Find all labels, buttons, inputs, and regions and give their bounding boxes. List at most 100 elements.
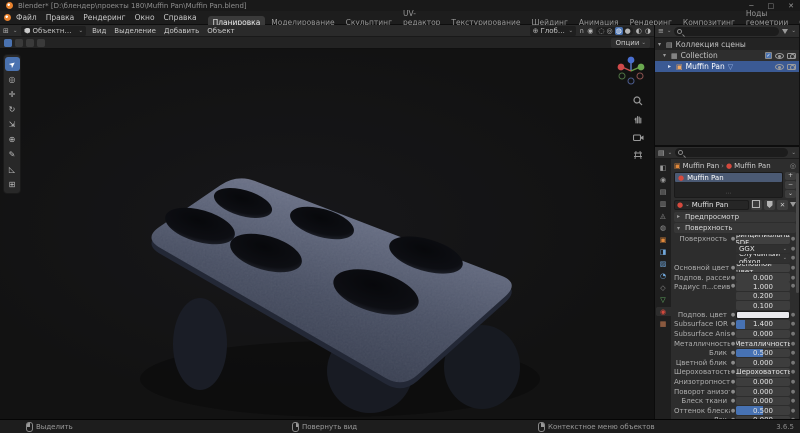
remove-slot-button[interactable]: − — [785, 181, 796, 189]
material-name-field[interactable]: ● ⌄ Muffin Pan — [674, 200, 749, 210]
expander-icon[interactable]: ▾ — [663, 52, 668, 59]
tab-output[interactable]: ▤ — [656, 187, 671, 196]
add-slot-button[interactable]: + — [785, 172, 796, 180]
breadcrumb-object[interactable]: Muffin Pan — [683, 162, 720, 170]
tool-option-icon[interactable] — [26, 39, 34, 47]
outliner-row-collection[interactable]: ▾ ▦ Collection ✓ — [655, 50, 799, 61]
expander-icon[interactable]: ▸ — [668, 63, 673, 70]
animate-dot-icon[interactable]: ● — [790, 341, 796, 347]
distribution-dropdown[interactable]: GGX⌄ — [736, 245, 790, 254]
slot-specials-menu[interactable]: ⌄ — [785, 190, 796, 198]
viewport-menu-select[interactable]: Выделение — [112, 27, 158, 35]
outliner-row-scene-collection[interactable]: ▾ ▤ Коллекция сцены — [655, 39, 799, 50]
anisotropic-slider[interactable]: 0.000 — [736, 378, 790, 387]
tool-select-box[interactable]: ➤ — [5, 57, 20, 71]
animate-dot-icon[interactable]: ● — [790, 312, 796, 318]
filter-icon[interactable] — [782, 29, 788, 34]
expander-icon[interactable]: ▾ — [658, 41, 663, 48]
metallic-link-button[interactable]: Металличность — [736, 339, 790, 348]
base-color-link-button[interactable]: Основной цвет — [736, 264, 790, 273]
tab-constraints[interactable]: ◇ — [656, 283, 671, 292]
tab-particles[interactable]: ▨ — [656, 259, 671, 268]
hide-eye-icon[interactable] — [775, 53, 784, 59]
breadcrumb-material[interactable]: Muffin Pan — [734, 162, 771, 170]
shading-rendered-icon[interactable]: ● — [625, 27, 631, 35]
hide-eye-icon[interactable] — [775, 64, 784, 70]
copy-material-button[interactable] — [751, 200, 762, 210]
tool-move[interactable]: ✛ — [5, 87, 20, 101]
pan-hand-icon[interactable] — [632, 113, 644, 125]
viewport-menu-add[interactable]: Добавить — [162, 27, 201, 35]
animate-dot-icon[interactable]: ● — [790, 360, 796, 366]
animate-dot-icon[interactable]: ● — [790, 350, 796, 356]
pin-icon[interactable]: ◎ — [790, 162, 796, 170]
app-menu-icon[interactable] — [4, 14, 11, 21]
subsurface-method-dropdown[interactable]: Случайный обход⌄ — [736, 254, 790, 263]
tool-cursor[interactable]: ◎ — [5, 72, 20, 86]
sheen-slider[interactable]: 0.000 — [736, 397, 790, 406]
radius-z-field[interactable]: 0.100 — [736, 301, 790, 310]
menu-window[interactable]: Окно — [131, 12, 159, 23]
material-slot-list[interactable]: ● Muffin Pan ⋯ — [674, 172, 783, 198]
unlink-button[interactable]: ✕ — [777, 200, 788, 210]
tab-modifiers[interactable]: ◨ — [656, 247, 671, 256]
tool-measure[interactable]: ◺ — [5, 162, 20, 176]
overlays-icon[interactable]: ◐ — [636, 27, 642, 35]
disable-render-icon[interactable] — [787, 64, 796, 70]
options-dropdown[interactable]: Опции ⌄ — [611, 38, 650, 48]
tab-object-data[interactable]: ▽ — [656, 295, 671, 304]
tool-transform[interactable]: ⊕ — [5, 132, 20, 146]
animate-dot-icon[interactable]: ● — [790, 398, 796, 404]
sheen-tint-slider[interactable]: 0.500 — [736, 406, 790, 415]
viewport-canvas[interactable]: ➤ ◎ ✛ ↻ ⇲ ⊕ ✎ ◺ ⊞ — [0, 49, 654, 419]
animate-dot-icon[interactable]: ● — [790, 321, 796, 327]
muffin-pan-model[interactable] — [0, 49, 655, 419]
radius-x-field[interactable]: 1.000 — [736, 282, 790, 291]
xray-icon[interactable]: ◑ — [645, 27, 651, 35]
radius-y-field[interactable]: 0.200 — [736, 292, 790, 301]
animate-dot-icon[interactable]: ● — [790, 389, 796, 395]
menu-help[interactable]: Справка — [160, 12, 201, 23]
animate-dot-icon[interactable]: ● — [790, 379, 796, 385]
camera-view-icon[interactable] — [632, 131, 644, 143]
tab-material[interactable]: ◉ — [656, 307, 671, 316]
shading-wireframe-icon[interactable]: ◌ — [598, 27, 604, 35]
specular-slider[interactable]: 0.500 — [736, 349, 790, 358]
section-preview[interactable]: ▸ Предпросмотр — [674, 212, 796, 222]
anisotropic-rotation-slider[interactable]: 0.000 — [736, 387, 790, 396]
tab-object[interactable]: ▣ — [656, 235, 671, 244]
menu-render[interactable]: Рендеринг — [79, 12, 129, 23]
perspective-toggle-icon[interactable] — [632, 149, 644, 161]
zoom-icon[interactable] — [632, 95, 644, 107]
tab-texture[interactable]: ▦ — [656, 319, 671, 328]
navigation-gizmo[interactable] — [615, 54, 647, 86]
proportional-edit-icon[interactable]: ◉ — [587, 27, 593, 35]
viewport-menu-object[interactable]: Объект — [205, 27, 236, 35]
tool-option-icon[interactable] — [15, 39, 23, 47]
animate-dot-icon[interactable]: ● — [790, 408, 796, 414]
tab-render[interactable]: ◉ — [656, 175, 671, 184]
subsurface-slider[interactable]: 0.000 — [736, 273, 790, 282]
editor-type-icon[interactable]: ⊞ — [3, 27, 9, 35]
shading-material-icon[interactable]: ◍ — [615, 27, 623, 35]
menu-edit[interactable]: Правка — [42, 12, 79, 23]
disable-render-icon[interactable] — [787, 53, 796, 59]
animate-dot-icon[interactable]: ● — [790, 369, 796, 375]
fake-user-button[interactable] — [764, 200, 775, 210]
editor-type-icon[interactable]: ≡ — [658, 27, 664, 35]
tool-annotate[interactable]: ✎ — [5, 147, 20, 161]
outliner-row-muffin-pan[interactable]: ▸ ▣ Muffin Pan ▽ — [655, 61, 799, 72]
animate-dot-icon[interactable]: ● — [790, 331, 796, 337]
tab-scene[interactable]: ◬ — [656, 211, 671, 220]
active-tool-icon[interactable] — [4, 39, 12, 47]
orientation-dropdown[interactable]: ⊕ Глобально ⌄ — [530, 26, 576, 36]
tab-tool[interactable]: ◧ — [656, 163, 671, 172]
snap-magnet-icon[interactable]: ∩ — [579, 27, 584, 35]
tab-view-layer[interactable]: ▥ — [656, 199, 671, 208]
exclude-checkbox[interactable]: ✓ — [765, 52, 772, 59]
shader-button[interactable]: Принципиальный BSDF — [736, 235, 790, 244]
subsurface-color-swatch[interactable] — [736, 311, 790, 320]
shading-solid-icon[interactable]: ◎ — [606, 27, 612, 35]
properties-search-input[interactable] — [675, 148, 788, 157]
viewport-menu-view[interactable]: Вид — [90, 27, 108, 35]
